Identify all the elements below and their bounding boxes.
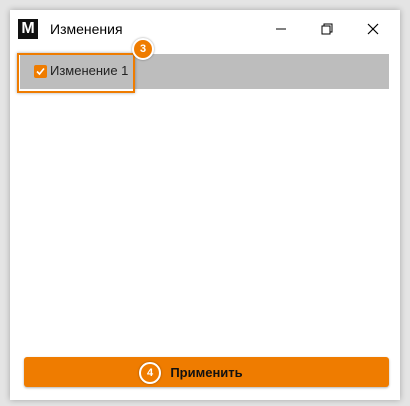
apply-button[interactable]: Применить [24, 357, 389, 387]
step-badge-3: 3 [132, 38, 154, 60]
step-badge-4: 4 [139, 362, 161, 384]
maximize-button[interactable] [304, 10, 350, 48]
close-icon [367, 23, 379, 35]
restore-icon [321, 23, 333, 35]
title-bar[interactable]: M Изменения [10, 10, 400, 48]
close-button[interactable] [350, 10, 396, 48]
minimize-button[interactable] [258, 10, 304, 48]
minimize-icon [276, 28, 286, 30]
desktop-background: M Изменения Изменение 1 3 Применить 4 [0, 0, 410, 406]
app-logo-icon: M [18, 19, 38, 39]
apply-button-label: Применить [170, 364, 243, 380]
window-title: Изменения [50, 21, 123, 37]
tutorial-highlight-frame [17, 53, 135, 93]
changes-window: M Изменения Изменение 1 3 Применить 4 [10, 10, 400, 400]
